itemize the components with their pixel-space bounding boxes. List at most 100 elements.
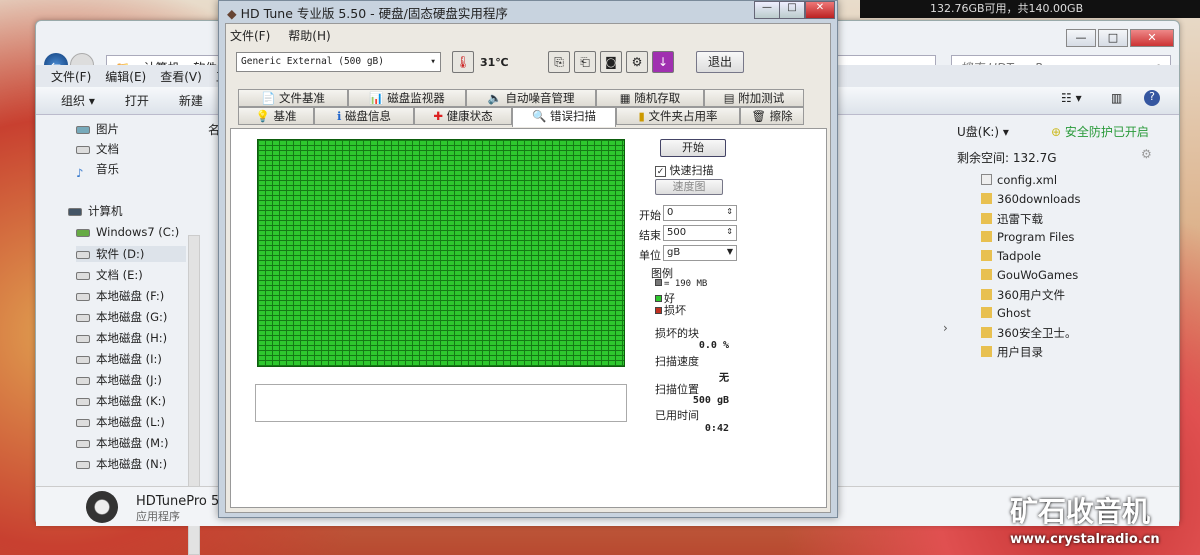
save-download-button[interactable]: ↓ bbox=[652, 51, 674, 73]
folder-item[interactable]: Ghost bbox=[981, 306, 1031, 320]
hard-disk-icon bbox=[86, 491, 118, 523]
tab-disk-monitor[interactable]: 📊 磁盘监视器 bbox=[348, 89, 466, 107]
settings-gear-icon[interactable]: ⚙ bbox=[1141, 147, 1152, 161]
disk-free-text: 132.76GB可用，共140.00GB bbox=[930, 2, 1084, 15]
tab-random-access[interactable]: ▦ 随机存取 bbox=[596, 89, 704, 107]
copy-all-button[interactable]: ⎗ bbox=[574, 51, 596, 73]
tab-extra-tests[interactable]: ▤ 附加测试 bbox=[704, 89, 804, 107]
start-scan-button[interactable]: 开始 bbox=[660, 139, 726, 157]
folder-item[interactable]: 360安全卫士。 bbox=[981, 325, 1076, 341]
nav-computer[interactable]: 计算机 bbox=[68, 203, 123, 219]
folder-item[interactable]: Tadpole bbox=[981, 249, 1041, 263]
folder-item[interactable]: GouWoGames bbox=[981, 268, 1078, 282]
tab-aam[interactable]: 🔈 自动噪音管理 bbox=[466, 89, 596, 107]
exit-button[interactable]: 退出 bbox=[696, 51, 744, 73]
nav-drive-h[interactable]: 本地磁盘 (H:) bbox=[76, 330, 167, 346]
drive-select[interactable]: Generic External (500 gB) ▾ bbox=[236, 52, 441, 72]
nav-drive-f[interactable]: 本地磁盘 (F:) bbox=[76, 288, 164, 304]
legend-damaged: 损坏 bbox=[655, 302, 686, 318]
usb-drive-selector[interactable]: U盘(K:) ▾ bbox=[957, 123, 1009, 140]
quick-scan-checkbox[interactable]: ✓ 快速扫描 bbox=[655, 162, 714, 178]
menu-edit[interactable]: 编辑(E) bbox=[105, 70, 146, 84]
scan-log bbox=[255, 384, 627, 422]
protection-status[interactable]: ⊕ 安全防护已开启 bbox=[1051, 123, 1149, 140]
nav-drive-j[interactable]: 本地磁盘 (J:) bbox=[76, 372, 162, 388]
help-icon[interactable]: ? bbox=[1144, 90, 1160, 106]
maximize-button[interactable]: □ bbox=[1098, 29, 1128, 47]
minimize-button[interactable]: — bbox=[1066, 29, 1096, 47]
open-button[interactable]: 打开 bbox=[125, 94, 149, 108]
preview-pane-icon[interactable]: ▥ bbox=[1111, 91, 1122, 105]
legend-block-size: = 190 MB bbox=[655, 279, 707, 289]
tab-erase[interactable]: 🗑 擦除 bbox=[740, 107, 804, 125]
nav-drive-d[interactable]: 软件 (D:) bbox=[76, 246, 186, 262]
end-input[interactable]: 500 ⇕ bbox=[663, 225, 737, 241]
watermark-logo: 矿石收音机 bbox=[1010, 495, 1151, 528]
nav-drive-c[interactable]: Windows7 (C:) bbox=[76, 225, 179, 239]
tab-disk-info[interactable]: ℹ 磁盘信息 bbox=[314, 107, 414, 125]
elapsed-time-label: 已用时间 bbox=[655, 409, 699, 422]
chevron-down-icon: ▼ bbox=[726, 247, 733, 256]
speed-map-button[interactable]: 速度图 bbox=[655, 179, 723, 195]
menu-file[interactable]: 文件(F) bbox=[51, 70, 91, 84]
tab-folder-usage[interactable]: ▮ 文件夹占用率 bbox=[616, 107, 740, 125]
nav-drive-g[interactable]: 本地磁盘 (G:) bbox=[76, 309, 167, 325]
close-button[interactable]: ✕ bbox=[805, 1, 835, 19]
shield-plus-icon: ⊕ bbox=[1051, 125, 1062, 139]
free-space-text: 剩余空间: 132.7G bbox=[957, 151, 1057, 165]
folder-item[interactable]: 用户目录 bbox=[981, 344, 1043, 360]
checkbox-checked-icon: ✓ bbox=[655, 166, 666, 177]
nav-documents[interactable]: 文档 bbox=[76, 141, 119, 157]
nav-drive-i[interactable]: 本地磁盘 (I:) bbox=[76, 351, 162, 367]
nav-drive-k[interactable]: 本地磁盘 (K:) bbox=[76, 393, 166, 409]
options-button[interactable]: ⚙ bbox=[626, 51, 648, 73]
folder-item[interactable]: Program Files bbox=[981, 230, 1074, 244]
window-title: ◆ HD Tune 专业版 5.50 - 硬盘/固态硬盘实用程序 bbox=[227, 6, 508, 21]
details-type: 应用程序 bbox=[136, 510, 180, 523]
unit-label: 单位 bbox=[639, 249, 661, 262]
tab-benchmark[interactable]: 💡 基准 bbox=[238, 107, 314, 125]
watermark-url: www.crystalradio.cn bbox=[1010, 532, 1160, 547]
view-options-icon[interactable]: ☷ ▾ bbox=[1061, 91, 1082, 105]
start-input[interactable]: 0 ⇕ bbox=[663, 205, 737, 221]
scan-speed-label: 扫描速度 bbox=[655, 355, 699, 368]
tab-file-benchmark[interactable]: 📄 文件基准 bbox=[238, 89, 348, 107]
tab-error-scan[interactable]: 🔍 错误扫描 bbox=[512, 107, 616, 127]
start-label: 开始 bbox=[639, 209, 661, 222]
thermometer-icon: 🌡 bbox=[452, 51, 474, 73]
menu-file[interactable]: 文件(F) bbox=[230, 29, 270, 43]
expand-chevron-icon[interactable]: › bbox=[943, 321, 948, 335]
copy-info-button[interactable]: ⎘ bbox=[548, 51, 570, 73]
screenshot-camera-button[interactable]: ◙ bbox=[600, 51, 622, 73]
damaged-blocks-value: 0.0 % bbox=[698, 340, 729, 351]
nav-drive-e[interactable]: 文档 (E:) bbox=[76, 267, 143, 283]
nav-music[interactable]: ♪ 音乐 bbox=[76, 161, 119, 180]
menu-view[interactable]: 查看(V) bbox=[160, 70, 202, 84]
folder-item[interactable]: 360downloads bbox=[981, 192, 1081, 206]
minimize-button[interactable]: — bbox=[754, 1, 780, 19]
scan-position-value: 500 gB bbox=[692, 395, 729, 406]
folder-item[interactable]: 360用户文件 bbox=[981, 287, 1065, 303]
end-label: 结束 bbox=[639, 229, 661, 242]
file-item[interactable]: config.xml bbox=[981, 173, 1057, 187]
navigation-pane: 图片 文档 ♪ 音乐 计算机 Windows7 (C:) 软件 (D:) 文档 (… bbox=[36, 115, 220, 555]
usb-drive-pane: U盘(K:) ▾ ⊕ 安全防护已开启 剩余空间: 132.7G ⚙ config… bbox=[943, 115, 1181, 485]
nav-drive-m[interactable]: 本地磁盘 (M:) bbox=[76, 435, 168, 451]
spinner-icon[interactable]: ⇕ bbox=[726, 207, 733, 216]
organize-button[interactable]: 组织 ▾ bbox=[61, 94, 95, 108]
spinner-icon[interactable]: ⇕ bbox=[726, 227, 733, 236]
maximize-button[interactable]: □ bbox=[779, 1, 805, 19]
hdtune-window: ◆ HD Tune 专业版 5.50 - 硬盘/固态硬盘实用程序 — □ ✕ 文… bbox=[218, 0, 838, 518]
menu-help[interactable]: 帮助(H) bbox=[288, 29, 330, 43]
nav-pictures[interactable]: 图片 bbox=[76, 121, 119, 137]
unit-select[interactable]: gB ▼ bbox=[663, 245, 737, 261]
hdtune-client: 文件(F) 帮助(H) Generic External (500 gB) ▾ 🌡 … bbox=[225, 23, 831, 513]
nav-drive-l[interactable]: 本地磁盘 (L:) bbox=[76, 414, 165, 430]
nav-drive-n[interactable]: 本地磁盘 (N:) bbox=[76, 456, 167, 472]
disk-info-overlay: 132.76GB可用，共140.00GB bbox=[860, 0, 1200, 18]
error-scan-panel: 开始 ✓ 快速扫描 速度图 开始 0 ⇕ 结束 500 ⇕ 单位 gB ▼ 图例 = … bbox=[230, 128, 827, 508]
folder-item[interactable]: 迅雷下载 bbox=[981, 211, 1043, 227]
close-button[interactable]: ✕ bbox=[1130, 29, 1174, 47]
new-folder-button[interactable]: 新建 bbox=[179, 94, 203, 108]
tab-health[interactable]: ✚ 健康状态 bbox=[414, 107, 512, 125]
